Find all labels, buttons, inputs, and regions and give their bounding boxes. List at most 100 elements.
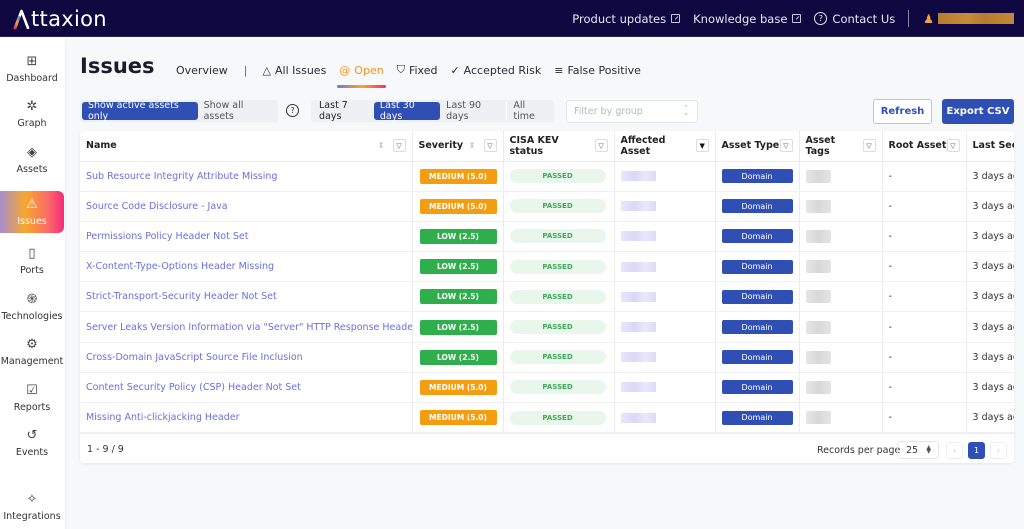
sort-icon[interactable]: ⇕ <box>378 141 385 150</box>
affected-asset-redacted[interactable] <box>620 322 656 333</box>
issue-name-link[interactable]: Strict-Transport-Security Header Not Set <box>86 291 277 302</box>
table-row[interactable]: Permissions Policy Header Not Set LOW (2.… <box>80 221 1014 253</box>
column-header-last-seen[interactable]: Last Seen <box>966 131 1014 162</box>
export-csv-button[interactable]: Export CSV <box>942 99 1014 124</box>
sidebar-item-ports[interactable]: ▯ Ports <box>0 240 64 282</box>
badge-check-icon: ✓ <box>450 63 460 77</box>
sidebar-item-graph[interactable]: ✲ Graph <box>0 93 64 135</box>
contact-us-link[interactable]: ? Contact Us <box>814 12 895 26</box>
sidebar-item-issues[interactable]: ⚠ Issues <box>0 191 64 233</box>
sidebar-item-reports[interactable]: ☑ Reports <box>0 377 64 419</box>
show-active-assets-button[interactable]: Show active assets only <box>82 100 198 122</box>
sidebar-item-dashboard[interactable]: ⊞ Dashboard <box>0 48 64 90</box>
issue-name-link[interactable]: Source Code Disclosure - Java <box>86 201 228 212</box>
issue-name-link[interactable]: Content Security Policy (CSP) Header Not… <box>86 382 301 393</box>
column-header-severity[interactable]: Severity ⇕ ▽ <box>412 131 504 162</box>
tab-all-issues[interactable]: △ All Issues <box>263 60 327 80</box>
cell-asset-type: Domain <box>715 221 800 253</box>
affected-asset-redacted[interactable] <box>620 291 656 302</box>
cell-name: Sub Resource Integrity Attribute Missing <box>80 161 413 192</box>
period-7-days-button[interactable]: Last 7 days <box>313 100 374 122</box>
affected-asset-redacted[interactable] <box>620 382 656 393</box>
records-per-page-select[interactable]: 25 ▲ ▼ <box>897 441 939 459</box>
column-header-affected-asset[interactable]: Affected Asset ▼ <box>614 131 716 162</box>
asset-tag-redacted <box>805 199 831 213</box>
column-header-root-asset[interactable]: Root Asset ▽ <box>882 131 967 162</box>
records-per-page-label: Records per page <box>817 445 901 456</box>
period-90-days-button[interactable]: Last 90 days <box>440 100 506 122</box>
cell-last-seen: 3 days ago <box>966 221 1014 253</box>
user-menu[interactable]: ♟ <box>923 12 1014 26</box>
column-header-asset-type[interactable]: Asset Type ▽ <box>715 131 800 162</box>
issue-name-link[interactable]: Permissions Policy Header Not Set <box>86 231 248 242</box>
issue-name-link[interactable]: X-Content-Type-Options Header Missing <box>86 261 274 272</box>
asset-tag-redacted <box>805 229 831 243</box>
issue-name-link[interactable]: Sub Resource Integrity Attribute Missing <box>86 171 277 182</box>
affected-asset-redacted[interactable] <box>620 352 656 363</box>
group-filter-placeholder: Filter by group <box>574 106 643 117</box>
period-all-time-button[interactable]: All time <box>507 100 552 122</box>
product-updates-link[interactable]: Product updates <box>572 12 681 26</box>
filter-icon[interactable]: ▽ <box>594 139 608 153</box>
issue-name-link[interactable]: Server Leaks Version Information via "Se… <box>86 322 411 333</box>
sort-icon[interactable]: ⇕ <box>469 141 476 150</box>
cell-root-asset: - <box>882 402 967 434</box>
filter-icon[interactable]: ▽ <box>779 139 793 153</box>
asset-type-chip: Domain <box>721 229 793 244</box>
page-title: Issues <box>80 54 155 78</box>
cell-name: Strict-Transport-Security Header Not Set <box>80 281 413 313</box>
column-header-cisa-kev[interactable]: CISA KEV status ▽ <box>503 131 615 162</box>
affected-asset-redacted[interactable] <box>620 231 656 242</box>
filter-icon[interactable]: ▽ <box>946 139 960 153</box>
tab-overview[interactable]: Overview <box>176 60 228 80</box>
sidebar-item-management[interactable]: ⚙ Management <box>0 331 64 373</box>
refresh-button[interactable]: Refresh <box>873 99 932 124</box>
table-row[interactable]: Cross-Domain JavaScript Source File Incl… <box>80 342 1014 373</box>
sidebar-item-assets[interactable]: ◈ Assets <box>0 139 64 181</box>
severity-badge: MEDIUM (5.0) <box>419 379 497 395</box>
sidebar-item-integrations[interactable]: ✧ Integrations <box>0 486 64 528</box>
page-1-button[interactable]: 1 <box>968 442 985 459</box>
table-row[interactable]: Missing Anti-clickjacking Header MEDIUM (… <box>80 402 1014 434</box>
filter-icon[interactable]: ▽ <box>392 139 406 153</box>
tab-accepted-risk[interactable]: ✓ Accepted Risk <box>450 60 541 80</box>
period-30-days-button[interactable]: Last 30 days <box>373 100 441 122</box>
tab-false-positive[interactable]: ≡ False Positive <box>554 60 641 80</box>
column-header-name[interactable]: Name ⇕ ▽ <box>80 131 413 162</box>
table-row[interactable]: Content Security Policy (CSP) Header Not… <box>80 372 1014 404</box>
table-row[interactable]: X-Content-Type-Options Header Missing LOW… <box>80 251 1014 283</box>
issues-table-card: Name ⇕ ▽ Severity ⇕ ▽ CISA KEV status ▽ Affec… <box>80 131 1014 463</box>
affected-asset-redacted[interactable] <box>620 261 656 272</box>
table-row[interactable]: Source Code Disclosure - Java MEDIUM (5.0… <box>80 191 1014 222</box>
filter-active-icon[interactable]: ▼ <box>695 139 709 153</box>
cell-root-asset: - <box>882 251 967 283</box>
help-icon[interactable]: ? <box>286 104 299 117</box>
sidebar-item-technologies[interactable]: ֍ Technologies <box>0 286 64 328</box>
cell-affected-asset <box>614 311 716 343</box>
issue-name-link[interactable]: Cross-Domain JavaScript Source File Incl… <box>86 352 303 363</box>
column-header-asset-tags[interactable]: Asset Tags ▽ <box>799 131 883 162</box>
filter-icon[interactable]: ▽ <box>862 139 876 153</box>
table-row[interactable]: Server Leaks Version Information via "Se… <box>80 311 1014 343</box>
affected-asset-redacted[interactable] <box>620 201 656 212</box>
filter-icon[interactable]: ▽ <box>483 139 497 153</box>
tab-fixed[interactable]: ⛉ Fixed <box>397 60 438 80</box>
affected-asset-redacted[interactable] <box>620 412 656 423</box>
show-all-assets-button[interactable]: Show all assets <box>198 100 276 122</box>
cell-cisa-kev: PASSED <box>503 342 615 373</box>
sidebar-item-events[interactable]: ↺ Events <box>0 422 64 464</box>
tab-open[interactable]: @ Open <box>337 60 387 88</box>
attaxion-logo[interactable]: ttaxion <box>13 6 107 32</box>
prev-page-button[interactable]: ‹ <box>946 442 963 459</box>
issue-name-link[interactable]: Missing Anti-clickjacking Header <box>86 412 239 423</box>
severity-badge: LOW (2.5) <box>419 259 497 275</box>
table-footer: 1 - 9 / 9 Records per page 25 ▲ ▼ ‹ 1 › <box>80 433 1014 463</box>
affected-asset-redacted[interactable] <box>620 171 656 182</box>
tab-label: All Issues <box>274 63 327 77</box>
group-filter-select[interactable]: Filter by group ⌃ ⌄ <box>566 100 698 123</box>
asset-type-chip: Domain <box>721 259 793 274</box>
table-row[interactable]: Sub Resource Integrity Attribute Missing… <box>80 161 1014 192</box>
table-row[interactable]: Strict-Transport-Security Header Not Set… <box>80 281 1014 313</box>
next-page-button[interactable]: › <box>990 442 1007 459</box>
knowledge-base-link[interactable]: Knowledge base <box>693 12 802 26</box>
